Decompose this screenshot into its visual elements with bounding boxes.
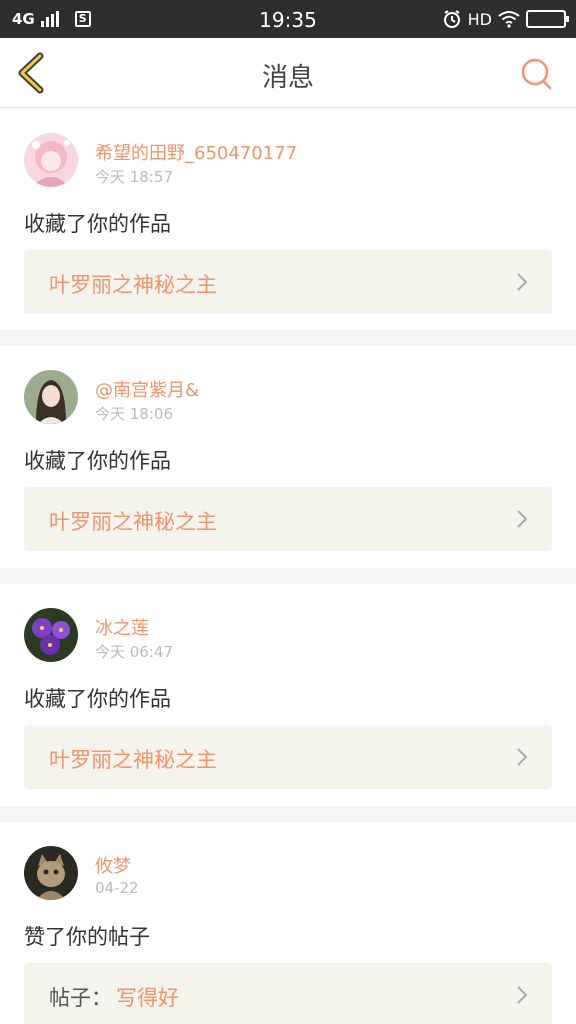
avatar-cat-image <box>24 846 78 900</box>
action-text: 收藏了你的作品 <box>24 687 171 711</box>
work-link[interactable]: 叶罗丽之神秘之主 <box>24 250 552 314</box>
message-time: 04-22 <box>95 879 139 897</box>
chevron-right-icon <box>517 986 528 1004</box>
alarm-icon <box>443 10 460 28</box>
hd-label: HD <box>467 9 492 29</box>
username[interactable]: 冰之莲 <box>95 614 149 640</box>
post-prefix: 帖子： <box>49 986 112 1010</box>
avatar-purple-flowers-image <box>24 608 78 662</box>
message-time: 今天 18:06 <box>95 405 173 423</box>
username[interactable]: 希望的田野_650470177 <box>95 139 297 165</box>
work-title: 叶罗丽之神秘之主 <box>49 273 217 297</box>
nav-header: 消息 <box>0 38 576 108</box>
username[interactable]: @南宫紫月& <box>95 376 199 402</box>
work-title: 叶罗丽之神秘之主 <box>49 510 217 534</box>
search-icon <box>521 58 552 90</box>
page-title: 消息 <box>261 63 314 93</box>
avatar[interactable] <box>24 133 78 187</box>
work-title: 叶罗丽之神秘之主 <box>49 748 217 772</box>
avatar-girl-photo-image <box>24 370 78 424</box>
message-card: @南宫紫月& 今天 18:06 收藏了你的作品 叶罗丽之神秘之主 <box>0 346 576 568</box>
battery-icon <box>526 10 569 28</box>
action-text: 收藏了你的作品 <box>24 449 171 473</box>
search-button[interactable] <box>520 57 554 91</box>
post-title: 写得好 <box>116 986 179 1010</box>
chevron-right-icon <box>517 273 528 291</box>
message-card: 冰之莲 今天 06:47 收藏了你的作品 叶罗丽之神秘之主 <box>0 584 576 806</box>
message-time: 今天 18:57 <box>95 168 173 186</box>
action-text: 赞了你的帖子 <box>24 925 150 949</box>
post-link[interactable]: 帖子： 写得好 <box>24 963 552 1024</box>
avatar[interactable] <box>24 370 78 424</box>
avatar-pink-anime-image <box>24 133 78 187</box>
message-time: 今天 06:47 <box>95 643 173 661</box>
chevron-right-icon <box>517 510 528 528</box>
username[interactable]: 攸梦 <box>95 852 131 878</box>
avatar[interactable] <box>24 846 78 900</box>
message-card: 希望的田野_650470177 今天 18:57 收藏了你的作品 叶罗丽之神秘之… <box>0 109 576 330</box>
message-card: 攸梦 04-22 赞了你的帖子 帖子： 写得好 <box>0 822 576 1024</box>
work-link[interactable]: 叶罗丽之神秘之主 <box>24 487 552 551</box>
status-bar: 4G S 19:35 HD <box>0 0 576 38</box>
avatar[interactable] <box>24 608 78 662</box>
action-text: 收藏了你的作品 <box>24 212 171 236</box>
wifi-icon <box>498 11 520 28</box>
chevron-right-icon <box>517 748 528 766</box>
work-link[interactable]: 叶罗丽之神秘之主 <box>24 725 552 789</box>
